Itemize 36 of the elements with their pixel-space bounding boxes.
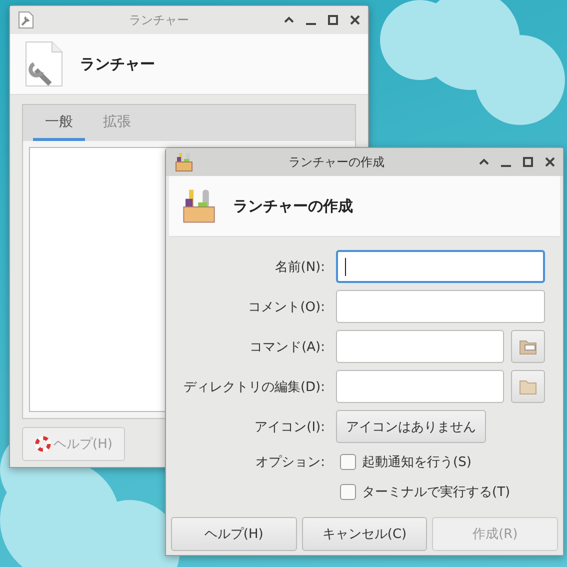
field-label: ディレクトリの編集(D): <box>182 378 325 396</box>
close-icon[interactable] <box>350 15 360 25</box>
shade-icon[interactable] <box>479 157 489 167</box>
checkbox-option[interactable]: 起動通知を行う(S) <box>340 450 545 473</box>
checkbox[interactable] <box>340 484 356 500</box>
window-title: ランチャー <box>128 12 190 28</box>
toolbox-icon <box>174 152 194 172</box>
maximize-icon[interactable] <box>523 157 533 167</box>
window-title: ランチャーの作成 <box>288 154 386 170</box>
shade-icon[interactable] <box>284 15 294 25</box>
field-label: 名前(N): <box>274 258 325 276</box>
icon-button[interactable]: アイコンはありません <box>336 410 486 443</box>
maximize-icon[interactable] <box>328 15 338 25</box>
text-field[interactable] <box>336 330 504 363</box>
close-icon[interactable] <box>545 157 555 167</box>
field-label: コメント(O): <box>247 298 325 316</box>
field-label: アイコン(I): <box>254 418 325 436</box>
wrench-document-icon <box>18 11 34 29</box>
dialog-button[interactable]: ヘルプ(H) <box>171 517 297 551</box>
text-cursor <box>345 258 346 276</box>
wrench-document-icon <box>24 40 64 88</box>
browse-button[interactable] <box>511 330 545 363</box>
text-field[interactable] <box>336 370 504 403</box>
checkbox[interactable] <box>340 454 356 470</box>
dialog-button[interactable]: キャンセル(C) <box>302 517 428 551</box>
file-folder-icon <box>519 338 537 354</box>
lifebuoy-icon <box>34 436 51 452</box>
header-title: ランチャー <box>80 54 155 74</box>
options-label: オプション: <box>254 454 325 470</box>
text-field[interactable] <box>336 290 545 323</box>
folder-icon <box>519 378 537 394</box>
toolbox-icon <box>181 188 217 224</box>
header-title: ランチャーの作成 <box>233 196 353 216</box>
text-field[interactable] <box>336 250 545 283</box>
checkbox-option[interactable]: ターミナルで実行する(T) <box>340 480 545 503</box>
field-label: コマンド(A): <box>248 338 325 356</box>
